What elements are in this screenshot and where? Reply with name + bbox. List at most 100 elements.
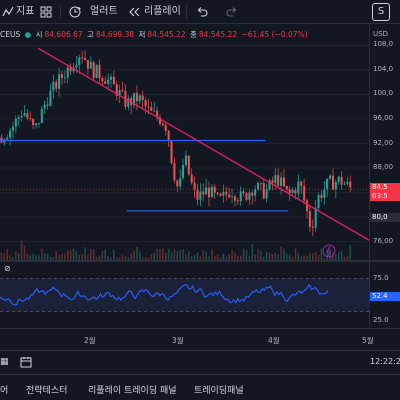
candle-body <box>147 106 150 108</box>
time-label-apr: 4월 <box>268 336 280 345</box>
clock-time[interactable]: 12:22:2 <box>370 357 400 366</box>
candle-body <box>306 200 309 212</box>
volume-bar <box>136 246 138 260</box>
volume-bar <box>104 249 107 260</box>
candle-body <box>208 187 211 198</box>
undo-icon[interactable] <box>196 4 208 20</box>
candle-body <box>262 183 265 199</box>
tab-stock-screener[interactable]: 어 <box>0 383 8 396</box>
volume-bar <box>90 249 92 260</box>
candle-body <box>81 57 84 59</box>
replay-icon[interactable] <box>128 4 140 20</box>
candle-body <box>141 95 144 101</box>
replay-button[interactable]: 리플레이 <box>144 4 181 20</box>
calendar-icon[interactable]: ▦ <box>0 357 9 367</box>
candle-body <box>288 189 291 193</box>
volume-bar <box>309 253 311 260</box>
time-label-feb: 2월 <box>84 336 96 345</box>
time-axis[interactable]: 2월 3월 4월 5월 <box>0 328 400 350</box>
candle-body <box>251 192 254 196</box>
indicators-button[interactable]: 지표 <box>16 4 34 20</box>
candle-body <box>326 178 329 190</box>
candle-body <box>337 176 340 182</box>
rsi-axis[interactable]: 75.0 52.4 25.0 <box>369 262 400 328</box>
redo-icon[interactable] <box>226 4 238 20</box>
candle-body <box>23 113 26 116</box>
volume-bar <box>72 248 75 260</box>
volume-bar <box>294 248 297 260</box>
tab-replay-trading-panel[interactable]: 리플레이 트레이딩 패널 <box>88 383 177 396</box>
layout-grid-icon[interactable] <box>40 4 52 20</box>
candle-body <box>9 130 12 138</box>
candle-body <box>294 189 297 194</box>
volume-bar <box>283 248 285 260</box>
volume-bar <box>20 240 23 260</box>
rsi-pane[interactable] <box>0 262 369 328</box>
volume-bar <box>43 253 46 260</box>
volume-bar <box>101 250 104 260</box>
volume-bar <box>245 249 248 260</box>
volume-bar <box>337 252 340 260</box>
volume-bar <box>311 253 314 260</box>
eye-off-icon[interactable]: ⊘ <box>4 264 11 273</box>
candle-body <box>46 104 49 106</box>
volume-bar <box>297 252 300 260</box>
bottom-status-bar: ▦ 12:22:2 <box>0 350 400 374</box>
bar-countdown: 03:5 <box>372 192 388 201</box>
candle-body <box>49 90 52 106</box>
candle-body <box>60 74 63 78</box>
candle-body <box>26 113 29 118</box>
candle-body <box>176 180 179 187</box>
indicators-icon[interactable] <box>2 4 14 20</box>
volume-bar <box>268 252 271 260</box>
current-price-value: 84,5 <box>372 183 388 192</box>
volume-bar <box>196 252 199 260</box>
candle-body <box>161 123 164 126</box>
alert-button[interactable]: 얼러트 <box>90 4 118 20</box>
candle-body <box>17 117 20 119</box>
time-label-may: 5월 <box>362 336 374 345</box>
volume-bar <box>15 251 17 260</box>
candle-body <box>210 186 213 198</box>
currency-label[interactable]: USD <box>373 30 388 38</box>
candle-body <box>153 110 156 112</box>
candle-body <box>135 92 138 102</box>
candle-body <box>107 79 110 84</box>
price-chart[interactable] <box>0 24 369 260</box>
candle-body <box>233 196 236 201</box>
date-range-icon[interactable] <box>20 356 32 371</box>
rsi-band <box>0 278 369 312</box>
tab-strategy-tester[interactable]: 전략테스터 <box>26 383 67 396</box>
tab-trading-panel[interactable]: 트레이딩패널 <box>194 383 244 396</box>
lightning-icon <box>322 244 336 258</box>
candle-body <box>89 62 92 69</box>
candle-body <box>329 175 332 179</box>
candle-body <box>242 191 245 194</box>
candle-body <box>11 126 14 131</box>
candle-body <box>14 118 17 127</box>
symbol-search-button[interactable]: S <box>372 3 390 21</box>
volume-bar <box>349 244 352 260</box>
alert-clock-icon[interactable] <box>68 4 82 20</box>
candle-body <box>92 62 95 79</box>
candle-body <box>323 189 326 198</box>
volume-bar <box>75 251 78 260</box>
candle-body <box>78 57 81 65</box>
top-toolbar: 지표 얼러트 리플레이 S <box>0 0 400 24</box>
candle-body <box>300 181 303 187</box>
price-tick-label: 88,00 <box>373 163 394 172</box>
candle-body <box>219 193 222 196</box>
candle-body <box>271 180 274 183</box>
volume-bar <box>274 252 277 260</box>
volume-bar <box>0 252 3 260</box>
candle-body <box>346 181 349 184</box>
candle-body <box>101 77 104 82</box>
line-price-tag: 80,0 <box>370 213 400 223</box>
price-axis[interactable]: USD 108,0104,0100,096,0092,0088,0084,080… <box>369 24 400 260</box>
volume-bar <box>170 251 173 260</box>
candle-body <box>58 74 61 89</box>
candle-body <box>213 186 216 193</box>
candle-body <box>63 77 66 79</box>
candle-body <box>6 137 9 140</box>
rsi-value-tag: 52.4 <box>370 292 400 301</box>
